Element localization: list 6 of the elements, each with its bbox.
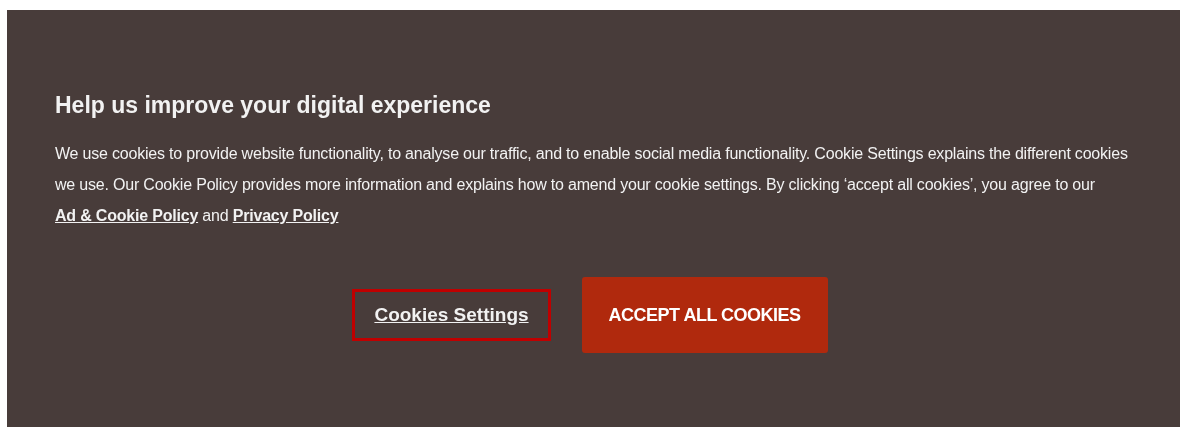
cookies-settings-button[interactable]: Cookies Settings bbox=[355, 292, 548, 338]
accept-all-cookies-button[interactable]: ACCEPT ALL COOKIES bbox=[581, 277, 828, 353]
policy-link[interactable]: Privacy Policy bbox=[232, 207, 339, 224]
banner-title: Help us improve your digital experience bbox=[55, 91, 492, 120]
policy-link[interactable]: Ad & Cookie Policy bbox=[55, 207, 199, 224]
banner-description: We use cookies to provide website functionality, to analyse our traffic, and to enable social media functionality. Cookie Settings explains the different cookies we use. Our Cookie Policy provides more information and explains how to amend your cookie settings. By clicking ‘accept all cookies’, you agree to our Ad & Cookie Policy and Privacy Policy bbox=[55, 144, 1129, 226]
